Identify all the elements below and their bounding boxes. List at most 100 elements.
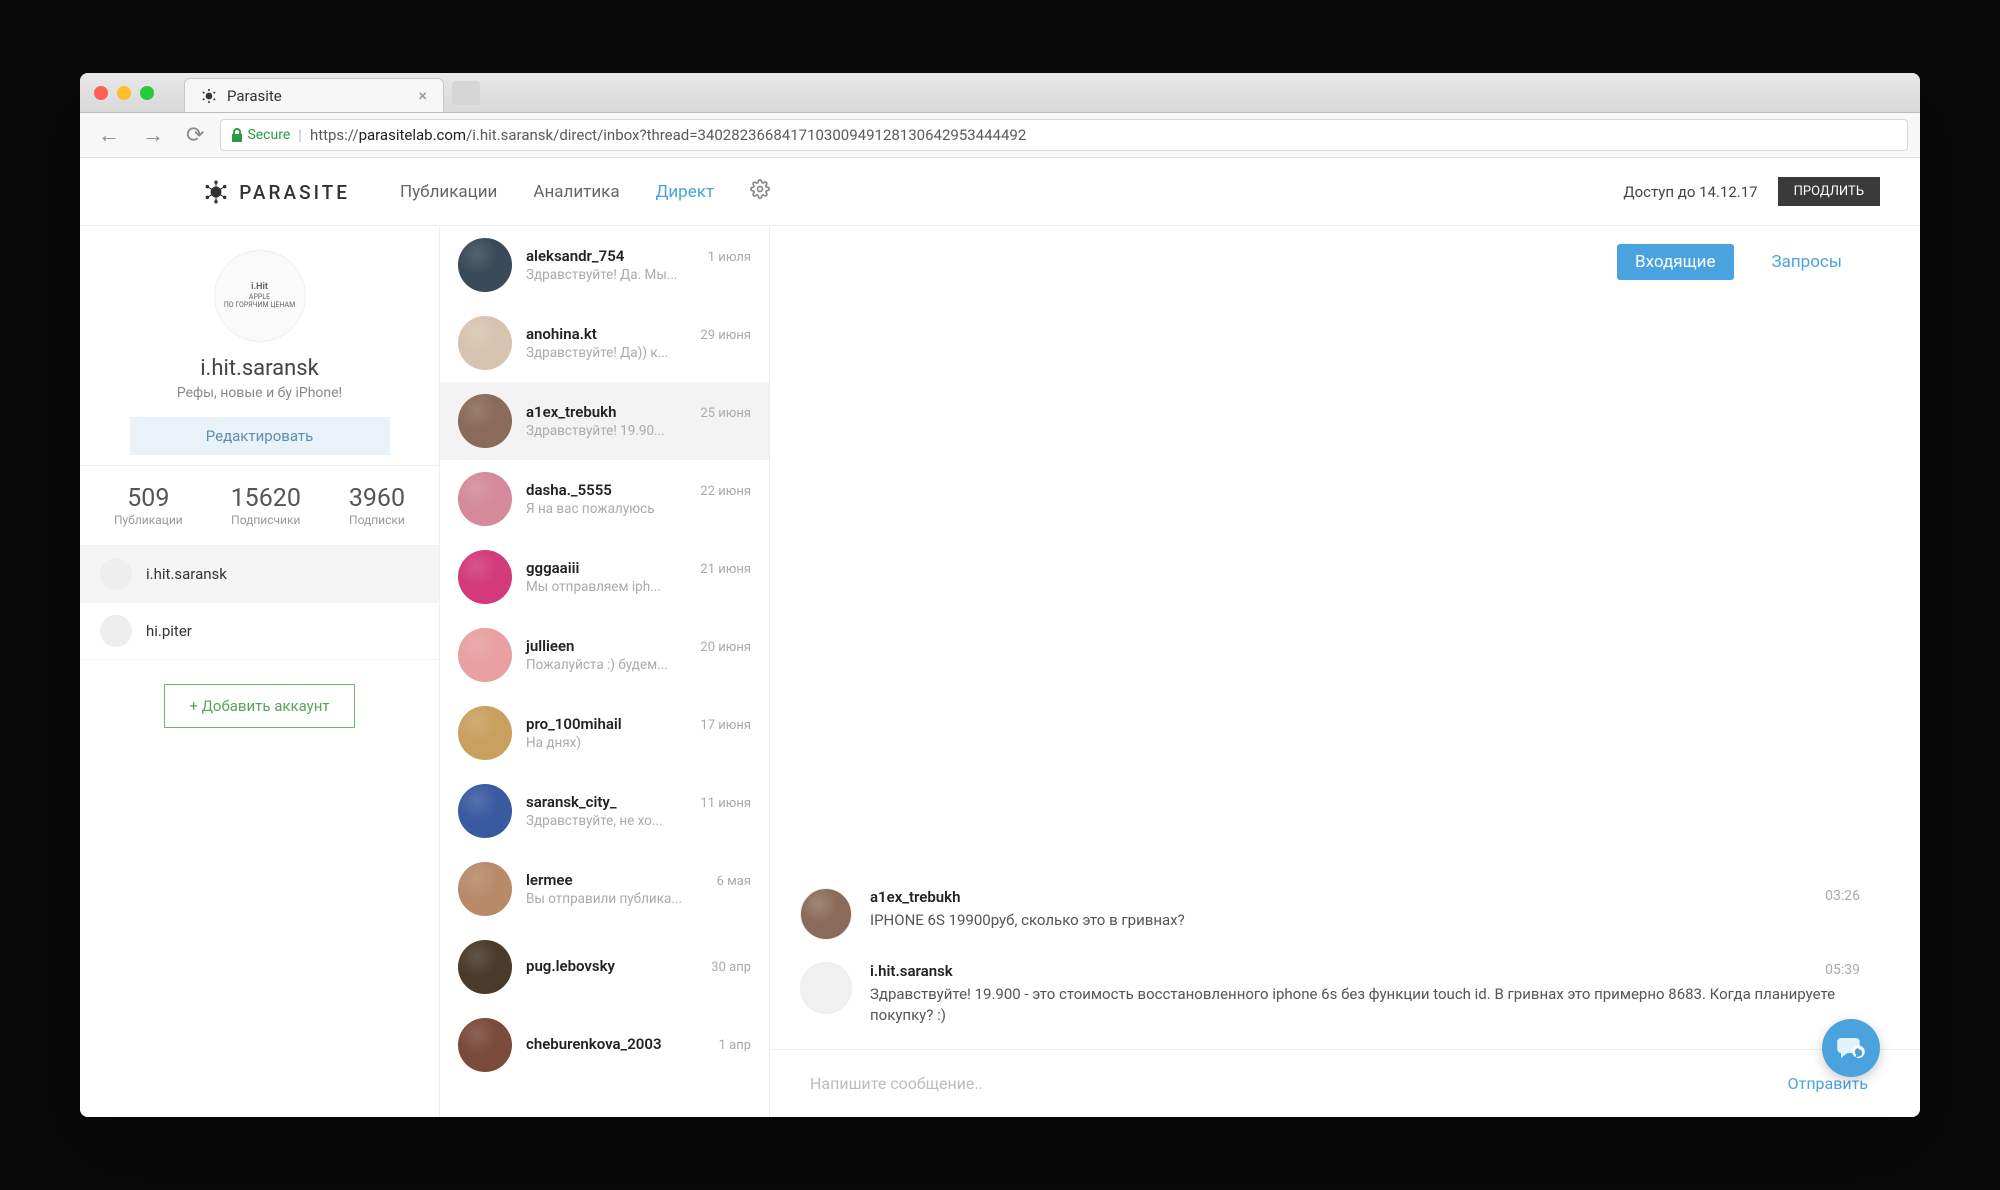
message-avatar xyxy=(800,962,852,1014)
close-window-button[interactable] xyxy=(94,86,108,100)
thread-username: gggaaiii xyxy=(526,559,579,577)
stat-followers[interactable]: 15620 Подписчики xyxy=(231,484,301,527)
nav-posts[interactable]: Публикации xyxy=(400,182,497,202)
address-bar[interactable]: Secure | https://parasitelab.com/i.hit.s… xyxy=(220,119,1908,151)
thread-date: 25 июня xyxy=(700,406,751,421)
thread-row[interactable]: gggaaiii 21 июня Мы отправляем iph... xyxy=(440,538,769,616)
thread-username: pug.lebovsky xyxy=(526,957,615,975)
thread-preview: Я на вас пожалуюсь xyxy=(526,501,751,517)
chat-fab[interactable] xyxy=(1822,1019,1880,1077)
thread-avatar xyxy=(458,1018,512,1072)
thread-date: 21 июня xyxy=(700,562,751,577)
thread-preview: Здравствуйте! 19.90... xyxy=(526,423,751,439)
stat-posts[interactable]: 509 Публикации xyxy=(114,484,183,527)
thread-avatar xyxy=(458,628,512,682)
thread-avatar xyxy=(458,940,512,994)
add-account-button[interactable]: + Добавить аккаунт xyxy=(164,684,354,728)
forward-button[interactable]: → xyxy=(136,122,170,148)
app: PARASITE Публикации Аналитика Директ Дос… xyxy=(80,158,1920,1117)
close-tab-icon[interactable]: × xyxy=(418,86,427,105)
stat-following-label: Подписки xyxy=(349,513,405,527)
tab-inbox[interactable]: Входящие xyxy=(1617,244,1733,280)
favicon-icon xyxy=(201,88,217,104)
sidebar: i.Hit APPLE ПО ГОРЯЧИМ ЦЕНАМ i.hit.saran… xyxy=(80,226,440,1117)
thread-username: lermee xyxy=(526,871,573,889)
thread-date: 6 мая xyxy=(717,874,751,889)
thread-avatar xyxy=(458,394,512,448)
logo-icon xyxy=(203,179,229,205)
thread-username: cheburenkova_2003 xyxy=(526,1035,662,1053)
message-text: Здравствуйте! 19.900 - это стоимость вос… xyxy=(870,984,1860,1028)
tab-requests[interactable]: Запросы xyxy=(1754,244,1861,280)
thread-row[interactable]: aleksandr_7541 июля Здравствуйте! Да. Мы… xyxy=(440,226,769,304)
thread-username: anohina.kt xyxy=(526,325,597,343)
thread-date: 17 июня xyxy=(700,718,751,733)
account-avatar xyxy=(100,615,132,647)
account-avatar xyxy=(100,558,132,590)
thread-row[interactable]: jullieen20 июня Пожалуйста :) будем... xyxy=(440,616,769,694)
thread-username: a1ex_trebukh xyxy=(526,403,616,421)
message-author: a1ex_trebukh xyxy=(870,888,960,906)
thread-avatar xyxy=(458,316,512,370)
composer: Отправить xyxy=(770,1049,1920,1117)
thread-row[interactable]: a1ex_trebukh 25 июня Здравствуйте! 19.90.… xyxy=(440,382,769,460)
thread-date: 20 июня xyxy=(700,640,751,655)
thread-username: dasha._5555 xyxy=(526,481,612,499)
profile-username: i.hit.saransk xyxy=(200,356,319,381)
stat-following[interactable]: 3960 Подписки xyxy=(349,484,405,527)
logo[interactable]: PARASITE xyxy=(120,158,390,226)
message-avatar xyxy=(800,888,852,940)
thread-date: 22 июня xyxy=(700,484,751,499)
message: a1ex_trebukh 03:26 IPHONE 6S 19900руб, ск… xyxy=(800,888,1860,940)
secure-badge: Secure xyxy=(231,127,290,143)
profile-avatar[interactable]: i.Hit APPLE ПО ГОРЯЧИМ ЦЕНАМ xyxy=(214,250,306,342)
browser-tab[interactable]: Parasite × xyxy=(184,78,444,112)
thread-row[interactable]: dasha._5555 22 июня Я на вас пожалуюсь xyxy=(440,460,769,538)
thread-row[interactable]: lermee 6 мая Вы отправили публика... xyxy=(440,850,769,928)
reload-button[interactable]: ⟳ xyxy=(180,123,210,148)
profile-block: i.Hit APPLE ПО ГОРЯЧИМ ЦЕНАМ i.hit.saran… xyxy=(80,226,439,466)
message-author: i.hit.saransk xyxy=(870,962,953,980)
thread-avatar xyxy=(458,784,512,838)
chat-messages[interactable]: a1ex_trebukh 03:26 IPHONE 6S 19900руб, ск… xyxy=(770,298,1920,1049)
settings-icon[interactable] xyxy=(750,179,770,204)
extend-button[interactable]: ПРОДЛИТЬ xyxy=(1778,177,1880,206)
nav-direct[interactable]: Директ xyxy=(656,182,715,202)
thread-row[interactable]: saransk_city_11 июня Здравствуйте, не хо… xyxy=(440,772,769,850)
thread-date: 30 апр xyxy=(711,960,751,975)
message-text: IPHONE 6S 19900руб, сколько это в гривна… xyxy=(870,910,1860,932)
thread-row[interactable]: anohina.kt29 июня Здравствуйте! Да)) к..… xyxy=(440,304,769,382)
thread-preview: Здравствуйте! Да)) к... xyxy=(526,345,751,361)
back-button[interactable]: ← xyxy=(92,122,126,148)
thread-preview: Мы отправляем iph... xyxy=(526,579,751,595)
stat-following-count: 3960 xyxy=(349,484,405,513)
thread-avatar xyxy=(458,706,512,760)
profile-bio: Рефы, новые и бу iPhone! xyxy=(177,385,342,401)
thread-preview: Вы отправили публика... xyxy=(526,891,751,907)
thread-row[interactable]: pro_100mihail 17 июня На днях) xyxy=(440,694,769,772)
thread-avatar xyxy=(458,238,512,292)
minimize-window-button[interactable] xyxy=(117,86,131,100)
stat-posts-count: 509 xyxy=(114,484,183,513)
message-time: 03:26 xyxy=(1825,888,1860,906)
tab-title: Parasite xyxy=(227,87,282,105)
account-row[interactable]: i.hit.saransk xyxy=(80,546,439,603)
browser-window: Parasite × ← → ⟳ Secure | https://parasi… xyxy=(80,73,1920,1117)
message: i.hit.saransk05:39 Здравствуйте! 19.900 … xyxy=(800,962,1860,1028)
logo-text: PARASITE xyxy=(239,181,350,204)
new-tab-button[interactable] xyxy=(452,81,480,105)
stat-followers-label: Подписчики xyxy=(231,513,301,527)
thread-preview: Здравствуйте! Да. Мы... xyxy=(526,267,751,283)
thread-list[interactable]: aleksandr_7541 июля Здравствуйте! Да. Мы… xyxy=(440,226,770,1117)
maximize-window-button[interactable] xyxy=(140,86,154,100)
message-input[interactable] xyxy=(810,1074,1776,1093)
account-row[interactable]: hi.piter xyxy=(80,603,439,660)
thread-row[interactable]: cheburenkova_20031 апр xyxy=(440,1006,769,1084)
thread-username: pro_100mihail xyxy=(526,715,622,733)
account-name: i.hit.saransk xyxy=(146,565,227,583)
nav-analytics[interactable]: Аналитика xyxy=(533,182,619,202)
thread-preview: На днях) xyxy=(526,735,751,751)
thread-row[interactable]: pug.lebovsky 30 апр xyxy=(440,928,769,1006)
thread-avatar xyxy=(458,472,512,526)
edit-profile-button[interactable]: Редактировать xyxy=(130,417,390,455)
